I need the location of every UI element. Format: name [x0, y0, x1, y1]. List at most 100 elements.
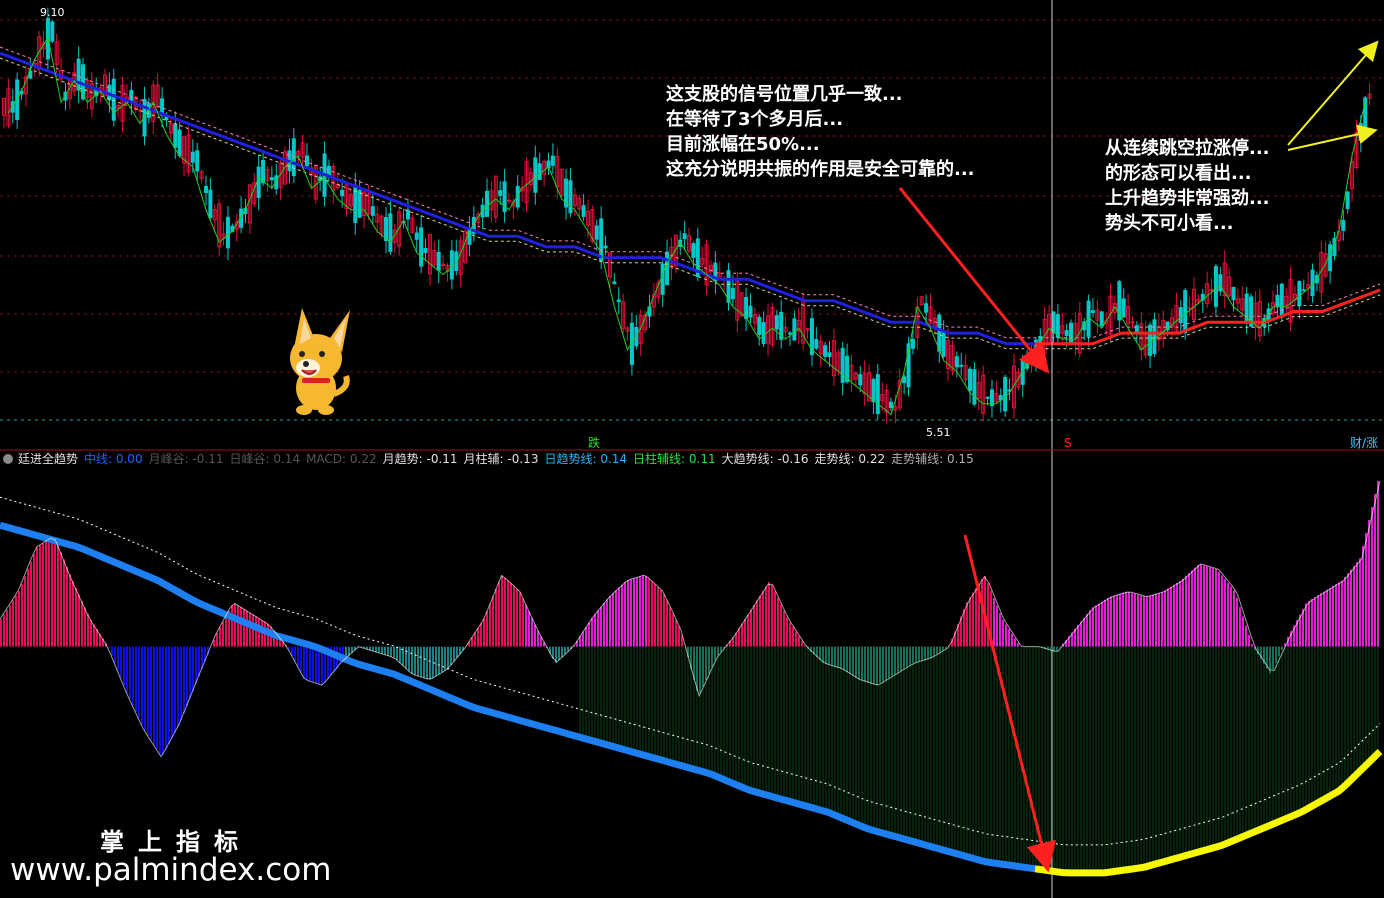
candle	[212, 204, 217, 232]
candle	[392, 223, 397, 254]
candle	[458, 235, 463, 288]
candle	[946, 328, 951, 382]
candle	[757, 314, 762, 346]
candle-body	[111, 78, 116, 121]
candle	[647, 294, 652, 328]
candle-body	[888, 401, 893, 409]
candle	[805, 327, 810, 339]
candle-body	[449, 250, 454, 280]
annotation-right-line-4: 势头不可小看...	[1105, 212, 1234, 234]
annotation-left: 这支股的信号位置几乎一致... 在等待了3个多月后... 目前涨幅在50%...…	[666, 83, 975, 180]
candle-body	[256, 166, 261, 198]
candle	[871, 377, 876, 415]
candle	[1257, 289, 1262, 342]
candle	[278, 158, 283, 200]
candle-body	[370, 206, 375, 216]
candle	[1007, 378, 1012, 401]
candle-body	[1069, 322, 1074, 344]
candle	[397, 207, 402, 256]
candle-body	[792, 318, 797, 341]
candle	[1266, 302, 1271, 333]
candle-body	[581, 205, 586, 217]
candle	[634, 314, 639, 350]
candle	[1354, 119, 1359, 170]
indicator-value-2: 日峰谷: 0.14	[230, 452, 301, 466]
candle	[199, 169, 204, 184]
candle	[831, 328, 836, 386]
candle	[972, 362, 977, 407]
collapse-icon[interactable]	[3, 454, 13, 464]
candle	[85, 76, 90, 110]
candle	[550, 143, 555, 174]
candle	[1139, 311, 1144, 361]
candle-body	[748, 305, 753, 318]
candle	[823, 341, 828, 362]
indicator-values: 中线: 0.00 月峰谷: -0.11 日峰谷: 0.14 MACD: 0.22 月趋势…	[84, 451, 974, 466]
candle	[968, 366, 973, 404]
candle	[809, 308, 814, 367]
candle	[1209, 278, 1214, 301]
candle	[559, 168, 564, 198]
candle	[770, 302, 775, 348]
candle-body	[195, 150, 200, 172]
candle	[673, 234, 678, 273]
price-min-label: 5.51	[926, 426, 951, 439]
candle-body	[827, 352, 832, 357]
candle-body	[814, 339, 819, 349]
candle	[766, 303, 771, 357]
candle-body	[177, 129, 182, 157]
candle	[937, 312, 942, 363]
candle	[752, 307, 757, 333]
candle	[2, 97, 6, 129]
candle	[616, 287, 621, 315]
indicator-name[interactable]: 廷进全趋势	[18, 451, 78, 466]
candle-body	[414, 232, 419, 240]
candle	[691, 241, 696, 271]
candle	[638, 309, 643, 357]
indicator-value-8: 大趋势线: -0.16	[722, 452, 809, 466]
candle	[502, 169, 507, 223]
candle	[116, 104, 121, 118]
candle	[1152, 312, 1157, 357]
candle-body	[225, 216, 230, 249]
candle-body	[902, 376, 907, 384]
candle	[344, 180, 349, 217]
candle	[1235, 288, 1240, 312]
candle	[515, 175, 520, 211]
candle	[581, 193, 586, 222]
candle-body	[603, 245, 608, 249]
indicator-title-bar: 廷进全趋势 中线: 0.00 月峰谷: -0.11 日峰谷: 0.14 MACD: 0…	[3, 451, 974, 466]
candle	[748, 293, 753, 323]
candle	[221, 221, 226, 246]
indicator-panel	[0, 480, 1383, 877]
candle	[976, 369, 981, 411]
candle	[1205, 271, 1210, 309]
candle	[1222, 250, 1227, 309]
candle-body	[550, 155, 555, 166]
candle	[783, 316, 788, 338]
candle-body	[1090, 310, 1095, 313]
candle	[546, 152, 551, 175]
candle	[203, 175, 208, 206]
candle-body	[840, 347, 845, 383]
candle-body	[173, 123, 178, 148]
candle	[23, 65, 28, 107]
candle	[599, 206, 604, 269]
candle-body	[959, 364, 964, 367]
candle	[888, 397, 893, 412]
candle	[195, 142, 200, 182]
candle	[1345, 190, 1350, 214]
candle	[1086, 294, 1091, 347]
candle	[687, 227, 691, 254]
candle-body	[1152, 319, 1157, 355]
candle	[208, 177, 213, 220]
candle	[388, 201, 393, 255]
candle-body	[774, 315, 779, 330]
indicator-histogram	[0, 481, 1379, 873]
candle-body	[1218, 274, 1223, 292]
candle-body	[937, 314, 942, 352]
indicator-value-3: MACD: 0.22	[306, 452, 377, 466]
candle	[1055, 304, 1060, 345]
candle-body	[1148, 324, 1153, 356]
candle	[840, 341, 845, 396]
